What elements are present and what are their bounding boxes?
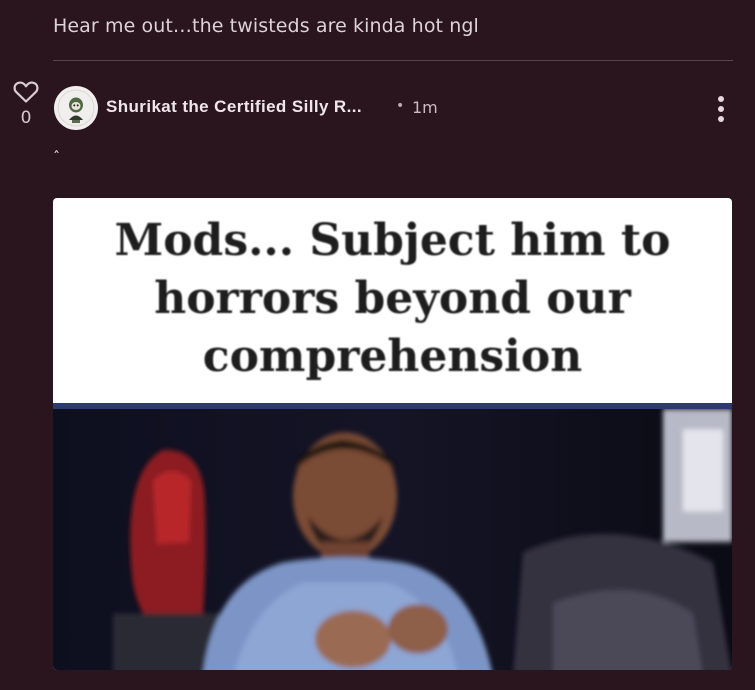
vertical-dots-icon[interactable] xyxy=(712,94,730,124)
meme-image[interactable]: Mods... Subject him to horrors beyond ou… xyxy=(53,198,732,670)
heart-outline-icon[interactable] xyxy=(13,80,39,104)
meme-caption-line-1: Mods... Subject him to xyxy=(114,215,671,266)
vote-count: 0 xyxy=(20,108,32,128)
vote-column: 0 xyxy=(12,80,40,128)
post-body-text: ˆ xyxy=(53,150,60,166)
meme-caption: Mods... Subject him to horrors beyond ou… xyxy=(53,212,732,386)
reply-divider xyxy=(53,60,733,61)
post-timestamp: 1m xyxy=(412,98,438,117)
meme-caption-line-2: horrors beyond our xyxy=(154,273,631,324)
previous-reply-text: Hear me out…the twisteds are kinda hot n… xyxy=(53,15,479,37)
meme-photo xyxy=(53,403,732,670)
meme-caption-line-3: comprehension xyxy=(202,331,583,382)
author-name[interactable]: Shurikat the Certified Silly R... xyxy=(106,97,362,117)
meta-separator: • xyxy=(396,98,405,114)
avatar[interactable] xyxy=(54,86,98,130)
